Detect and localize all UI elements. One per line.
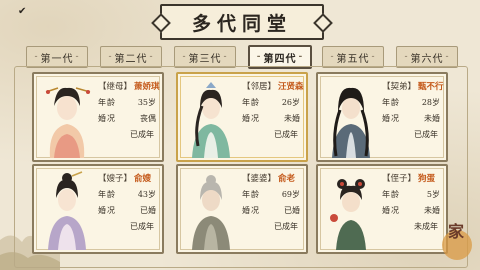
age-label: 年龄 <box>98 98 116 107</box>
role-label: 【侄子】 <box>382 174 417 184</box>
tab-label: 第六代 <box>410 53 444 65</box>
bird-icon: ✔ <box>18 6 27 17</box>
marriage-label: 婚况 <box>98 206 116 215</box>
marriage-label: 婚况 <box>242 206 260 215</box>
family-card[interactable]: 【婆婆】 俞老 年龄 69岁 婚况 已婚 已成年 <box>176 164 308 254</box>
age-value: 26岁 <box>281 98 300 107</box>
tab-gen-3[interactable]: - 第三代 - <box>174 46 236 68</box>
marriage-label: 婚况 <box>242 114 260 123</box>
family-card[interactable]: 【邻居】 汪贤森 年龄 26岁 婚况 未婚 已成年 <box>176 72 308 162</box>
tab-gen-5[interactable]: - 第五代 - <box>322 46 384 68</box>
character-portrait <box>36 168 98 250</box>
marriage-value: 已婚 <box>140 206 156 215</box>
character-name: 汪贤森 <box>278 82 304 92</box>
tab-gen-2[interactable]: - 第二代 - <box>100 46 162 68</box>
family-card[interactable]: 【侄子】 狗蛋 年龄 5岁 婚况 未婚 未成年 <box>316 164 448 254</box>
adult-status: 已成年 <box>130 130 154 139</box>
marriage-label: 婚况 <box>98 114 116 123</box>
character-portrait <box>180 168 242 250</box>
tab-label: 第五代 <box>336 53 370 65</box>
character-name: 萧娇琪 <box>134 82 160 92</box>
title-banner: 多代同堂 <box>160 4 324 40</box>
age-label: 年龄 <box>382 190 400 199</box>
role-label: 【继母】 <box>98 82 133 92</box>
age-label: 年龄 <box>382 98 400 107</box>
character-name: 俞嫂 <box>134 174 152 184</box>
tab-label: 第一代 <box>40 53 74 65</box>
family-card[interactable]: 【继母】 萧娇琪 年龄 35岁 婚况 丧偶 已成年 <box>32 72 164 162</box>
marriage-label: 婚况 <box>382 114 400 123</box>
character-name: 甄不行 <box>418 82 444 92</box>
page-title: 多代同堂 <box>191 12 292 35</box>
character-name: 狗蛋 <box>418 174 436 184</box>
role-label: 【邻居】 <box>242 82 277 92</box>
generation-tabs: - 第一代 - - 第二代 - - 第三代 - - 第四代 - - 第五代 - - 第六代 - <box>26 45 458 69</box>
adult-status: 未成年 <box>414 222 438 231</box>
tab-label: 第二代 <box>114 53 148 65</box>
age-label: 年龄 <box>242 98 260 107</box>
adult-status: 已成年 <box>274 130 298 139</box>
tab-label: 第四代 <box>263 53 297 65</box>
adult-status: 已成年 <box>274 222 298 231</box>
tab-gen-1[interactable]: - 第一代 - <box>26 46 88 68</box>
age-value: 5岁 <box>426 190 440 199</box>
marriage-label: 婚况 <box>382 206 400 215</box>
age-value: 28岁 <box>421 98 440 107</box>
age-value: 69岁 <box>281 190 300 199</box>
marriage-value: 未婚 <box>284 114 300 123</box>
age-value: 35岁 <box>137 98 156 107</box>
character-portrait <box>320 76 382 158</box>
character-name: 俞老 <box>278 174 296 184</box>
age-value: 43岁 <box>137 190 156 199</box>
age-label: 年龄 <box>98 190 116 199</box>
marriage-value: 未婚 <box>424 206 440 215</box>
family-card[interactable]: 【契弟】 甄不行 年龄 28岁 婚况 未婚 已成年 <box>316 72 448 162</box>
marriage-value: 已婚 <box>284 206 300 215</box>
tab-label: 第三代 <box>188 53 222 65</box>
character-portrait <box>180 76 242 158</box>
age-label: 年龄 <box>242 190 260 199</box>
marriage-value: 丧偶 <box>140 114 156 123</box>
adult-status: 已成年 <box>414 130 438 139</box>
tab-gen-6[interactable]: - 第六代 - <box>396 46 458 68</box>
adult-status: 已成年 <box>130 222 154 231</box>
character-portrait <box>320 168 382 250</box>
role-label: 【契弟】 <box>382 82 417 92</box>
family-card[interactable]: 【嫂子】 俞嫂 年龄 43岁 婚况 已婚 已成年 <box>32 164 164 254</box>
family-stamp: 家 <box>447 222 464 241</box>
role-label: 【嫂子】 <box>98 174 133 184</box>
marriage-value: 未婚 <box>424 114 440 123</box>
character-portrait <box>36 76 98 158</box>
role-label: 【婆婆】 <box>242 174 277 184</box>
